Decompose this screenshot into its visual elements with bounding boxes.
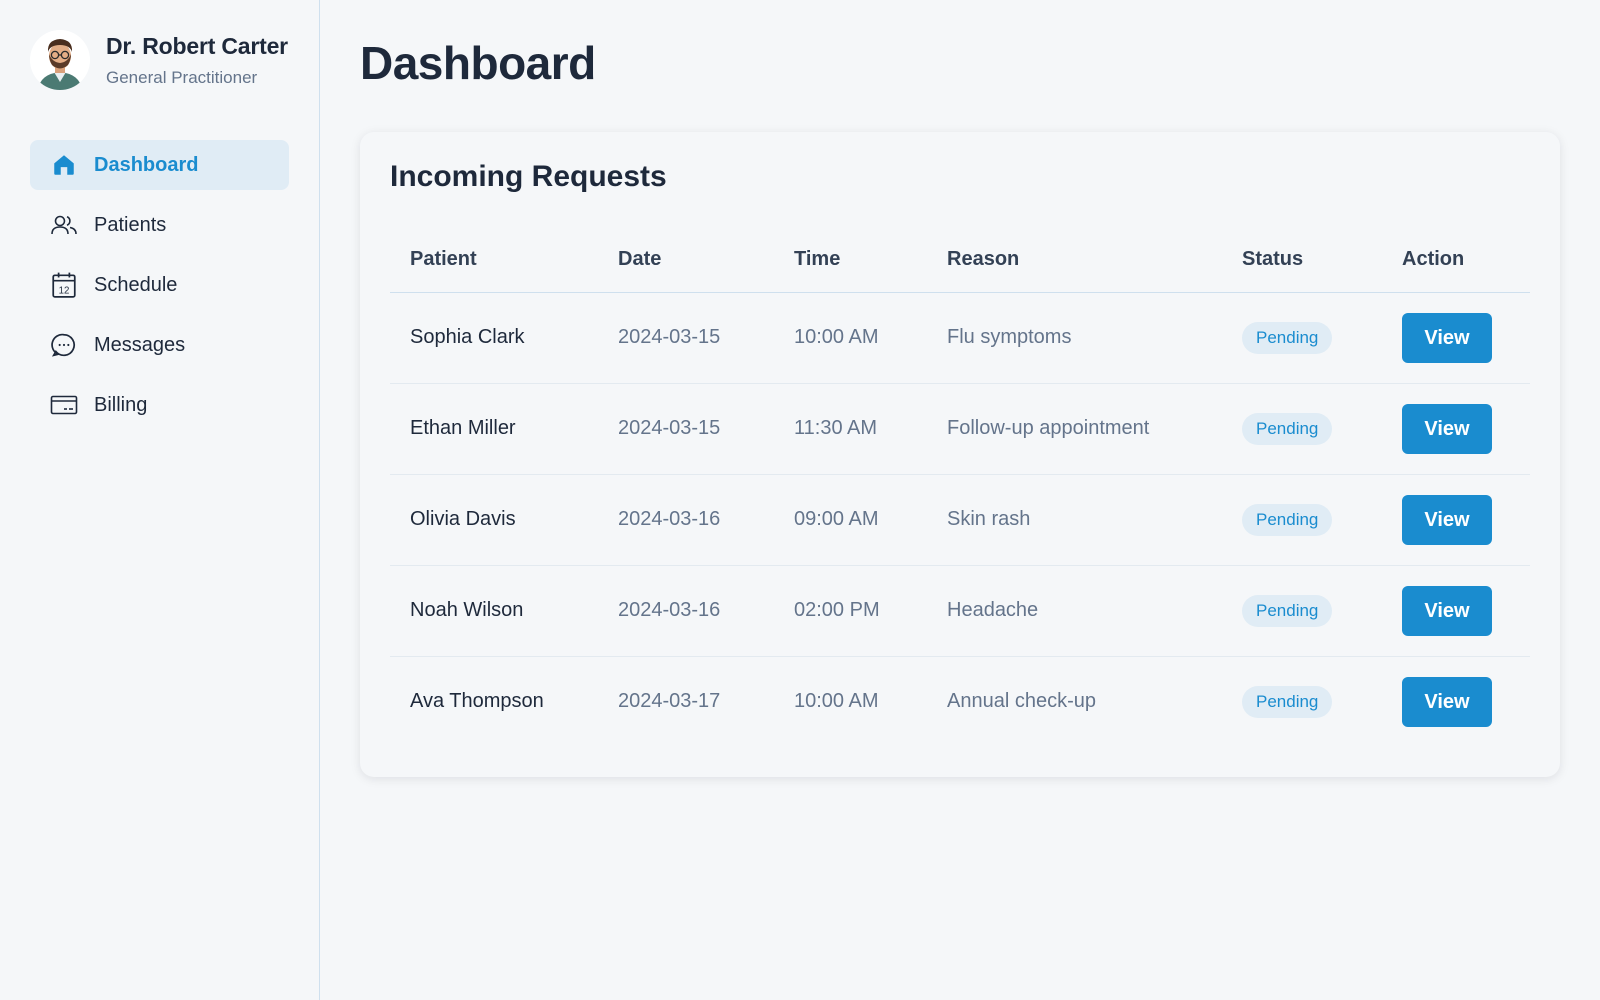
calendar-icon: 12 (50, 271, 78, 299)
sidebar-item-schedule[interactable]: 12 Schedule (30, 260, 289, 310)
column-header-action: Action (1382, 228, 1530, 293)
view-button[interactable]: View (1402, 585, 1492, 636)
column-header-time: Time (774, 228, 927, 293)
chat-bubble-icon (50, 331, 78, 359)
status-badge: Pending (1242, 685, 1333, 718)
doctor-avatar-icon (30, 30, 90, 90)
sidebar-nav: Dashboard Patients 12 Schedule Messages … (30, 140, 289, 430)
column-header-status: Status (1222, 228, 1382, 293)
request-date: 2024-03-16 (598, 565, 774, 657)
column-header-patient: Patient (390, 228, 598, 293)
sidebar-item-billing[interactable]: Billing (30, 380, 289, 430)
request-reason: Headache (927, 565, 1222, 657)
table-row: Ethan Miller 2024-03-15 11:30 AM Follow-… (390, 383, 1530, 475)
doctor-name: Dr. Robert Carter (106, 32, 288, 59)
status-cell: Pending (1222, 292, 1382, 384)
users-icon (50, 211, 78, 239)
sidebar-item-label: Messages (94, 333, 186, 356)
patient-name: Olivia Davis (390, 474, 598, 566)
sidebar-item-dashboard[interactable]: Dashboard (30, 140, 289, 190)
request-date: 2024-03-15 (598, 292, 774, 384)
sidebar-item-label: Dashboard (94, 153, 199, 176)
request-date: 2024-03-16 (598, 474, 774, 566)
request-time: 10:00 AM (794, 690, 879, 713)
status-badge: Pending (1242, 503, 1333, 536)
action-cell: View (1382, 474, 1530, 566)
patient-name: Sophia Clark (390, 292, 598, 384)
view-button[interactable]: View (1402, 676, 1492, 727)
table-row: Noah Wilson 2024-03-16 02:00 PM Headache… (390, 565, 1530, 657)
status-cell: Pending (1222, 474, 1382, 566)
table-row: Olivia Davis 2024-03-16 09:00 AM Skin ra… (390, 474, 1530, 566)
status-cell: Pending (1222, 656, 1382, 747)
request-time: 11:30 AM (774, 383, 927, 475)
patient-name: Ethan Miller (390, 383, 598, 475)
table-row: Ava Thompson 2024-03-17 10:00 AM Annual … (390, 656, 1530, 747)
credit-card-icon (50, 391, 78, 419)
request-date: 2024-03-17 (618, 690, 721, 713)
status-cell: Pending (1222, 565, 1382, 657)
column-header-date: Date (598, 228, 774, 293)
card-title: Incoming Requests (390, 160, 667, 193)
request-time: 10:00 AM (774, 292, 927, 384)
table-header-row: Patient Date Time Reason Status Action (390, 228, 1530, 293)
sidebar-item-label: Patients (94, 213, 167, 236)
action-cell: View (1382, 383, 1530, 475)
patient-name: Noah Wilson (390, 565, 598, 657)
sidebar-item-label: Billing (94, 393, 148, 416)
main-content: Dashboard Incoming Requests Patient Date… (320, 0, 1600, 1000)
request-reason: Flu symptoms (927, 292, 1222, 384)
requests-table: Patient Date Time Reason Status Action S… (390, 228, 1530, 747)
avatar[interactable] (30, 30, 90, 90)
status-badge: Pending (1242, 321, 1333, 354)
status-badge: Pending (1242, 412, 1333, 445)
request-time: 09:00 AM (774, 474, 927, 566)
view-button[interactable]: View (1402, 494, 1492, 545)
patient-name: Ava Thompson (410, 690, 544, 713)
profile-text: Dr. Robert Carter General Practitioner (106, 33, 288, 88)
profile: Dr. Robert Carter General Practitioner (30, 30, 289, 90)
action-cell: View (1382, 656, 1530, 747)
view-button[interactable]: View (1402, 403, 1492, 454)
app: Dr. Robert Carter General Practitioner D… (0, 0, 1600, 1000)
doctor-role: General Practitioner (106, 67, 258, 87)
status-cell: Pending (1222, 383, 1382, 475)
incoming-requests-card: Incoming Requests Patient Date Time Reas… (360, 132, 1560, 777)
sidebar-item-messages[interactable]: Messages (30, 320, 289, 370)
table-row: Sophia Clark 2024-03-15 10:00 AM Flu sym… (390, 292, 1530, 384)
request-reason: Annual check-up (947, 690, 1096, 713)
column-header-reason: Reason (927, 228, 1222, 293)
sidebar: Dr. Robert Carter General Practitioner D… (0, 0, 320, 1000)
sidebar-item-label: Schedule (94, 273, 178, 296)
request-date: 2024-03-15 (598, 383, 774, 475)
svg-text:12: 12 (59, 286, 70, 297)
action-cell: View (1382, 292, 1530, 384)
sidebar-item-patients[interactable]: Patients (30, 200, 289, 250)
view-button[interactable]: View (1402, 312, 1492, 363)
request-time: 02:00 PM (774, 565, 927, 657)
request-reason: Skin rash (927, 474, 1222, 566)
page-title: Dashboard (360, 37, 596, 89)
action-cell: View (1382, 565, 1530, 657)
status-badge: Pending (1242, 594, 1333, 627)
home-icon (50, 151, 78, 179)
request-reason: Follow-up appointment (927, 383, 1222, 475)
